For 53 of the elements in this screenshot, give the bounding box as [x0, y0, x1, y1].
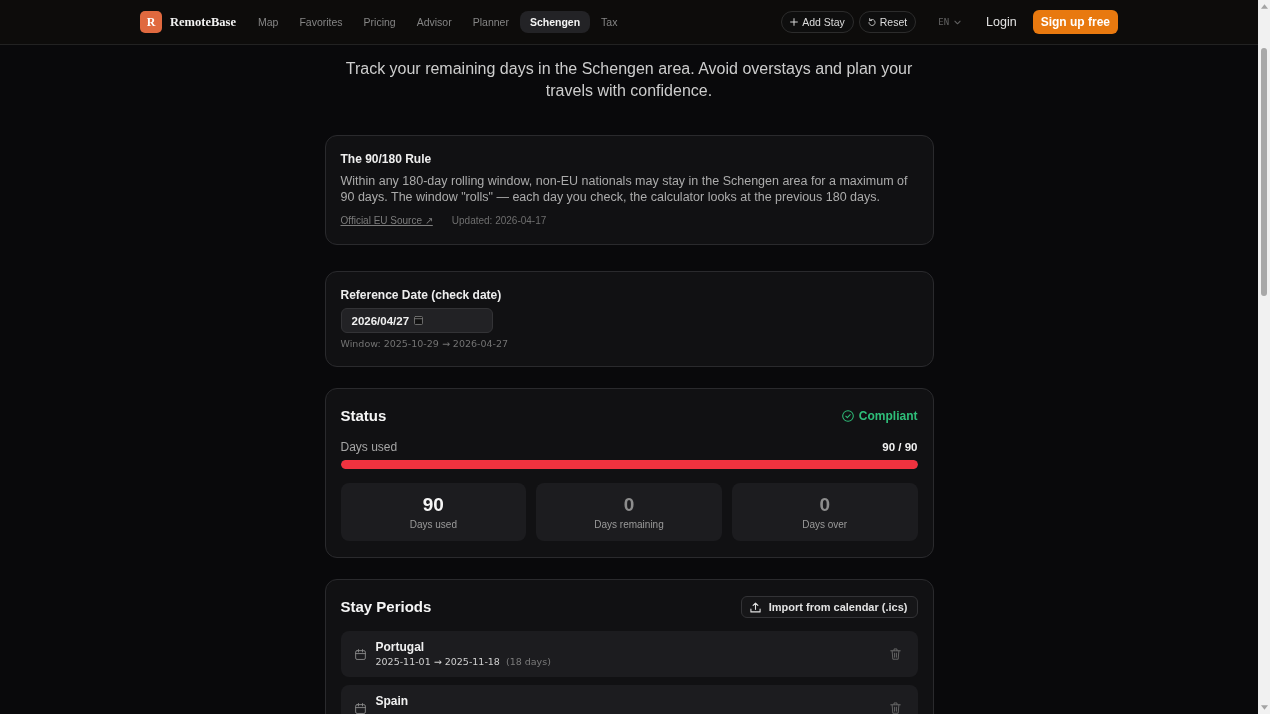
updated-date: Updated: 2026-04-17 [451, 214, 547, 228]
chevron-down-icon [954, 19, 962, 25]
scroll-up-icon[interactable] [1260, 4, 1268, 9]
date-label: Reference Date (check date) [340, 287, 503, 303]
window-range: Window: 2025-10-29 → 2026-04-27 [340, 337, 510, 350]
country-name: Spain [375, 693, 409, 709]
country-name: Portugal [375, 639, 426, 655]
plus-icon [790, 18, 799, 26]
trash-icon[interactable] [889, 702, 901, 714]
stay-row[interactable]: Spain [340, 685, 918, 714]
status-label: Compliant [858, 409, 918, 423]
intro-text: Track your remaining days in the Schengen area. Avoid overstays and plan your travels with confidence. [344, 59, 914, 101]
nav-link[interactable]: Favorites [289, 11, 353, 33]
stat-label: Days over [802, 517, 848, 531]
check-circle-icon [841, 410, 854, 422]
language-selector[interactable]: EN [938, 17, 962, 27]
stat-value: 0 [819, 493, 830, 516]
scrollbar-thumb[interactable] [1261, 48, 1267, 296]
upload-icon [749, 601, 761, 613]
reset-icon [867, 18, 876, 26]
stay-row[interactable]: Portugal 2025-11-01 → 2025-11-18 (18 days) [340, 631, 918, 677]
rule-description: Within any 180-day rolling window, non-EU nationals may stay in the Schengen area for a maximum of 90 days. The window "rolls" — each day you check, the calculator looks at the previous 180 days. [340, 173, 909, 205]
calendar-icon [354, 648, 366, 660]
login-link[interactable]: Login [986, 15, 1017, 29]
logo-mark[interactable]: R [140, 11, 162, 33]
nav-link[interactable]: Pricing [353, 11, 406, 33]
stat-label: Days used [409, 517, 457, 531]
nav-link[interactable]: Tax [591, 11, 628, 33]
stay-duration: (18 days) [505, 655, 551, 669]
nav-link[interactable]: Map [247, 11, 289, 33]
stay-dates: 2025-11-01 → 2025-11-18 [375, 655, 500, 669]
nav-link[interactable]: Schengen [519, 11, 591, 33]
stat-value: 90 [422, 493, 444, 516]
progress-reading: 90 / 90 [882, 440, 918, 455]
nav-link[interactable]: Planner [462, 11, 519, 33]
brand-name[interactable]: RemoteBase [170, 14, 236, 30]
source-link[interactable]: Official EU Source ↗ [340, 214, 433, 228]
rule-title: The 90/180 Rule [340, 151, 433, 167]
calendar-icon[interactable] [414, 316, 424, 325]
add-button[interactable]: Add Stay [781, 11, 854, 33]
stat-value: 0 [623, 493, 635, 516]
trash-icon[interactable] [889, 648, 901, 660]
scroll-down-icon[interactable] [1260, 705, 1268, 710]
calendar-icon [354, 702, 366, 714]
import-button[interactable]: Import from calendar (.ics) [740, 596, 918, 618]
date-field[interactable]: 2026/04/27 [340, 308, 493, 333]
status-title: Status [340, 406, 387, 426]
nav-link[interactable]: Advisor [406, 11, 462, 33]
stat-label: Days remaining [594, 517, 664, 531]
reset-button[interactable]: Reset [858, 11, 917, 33]
progress-label: Days used [340, 439, 398, 455]
section-title: Stay Periods [340, 597, 432, 617]
signup-button[interactable]: Sign up free [1032, 10, 1118, 34]
